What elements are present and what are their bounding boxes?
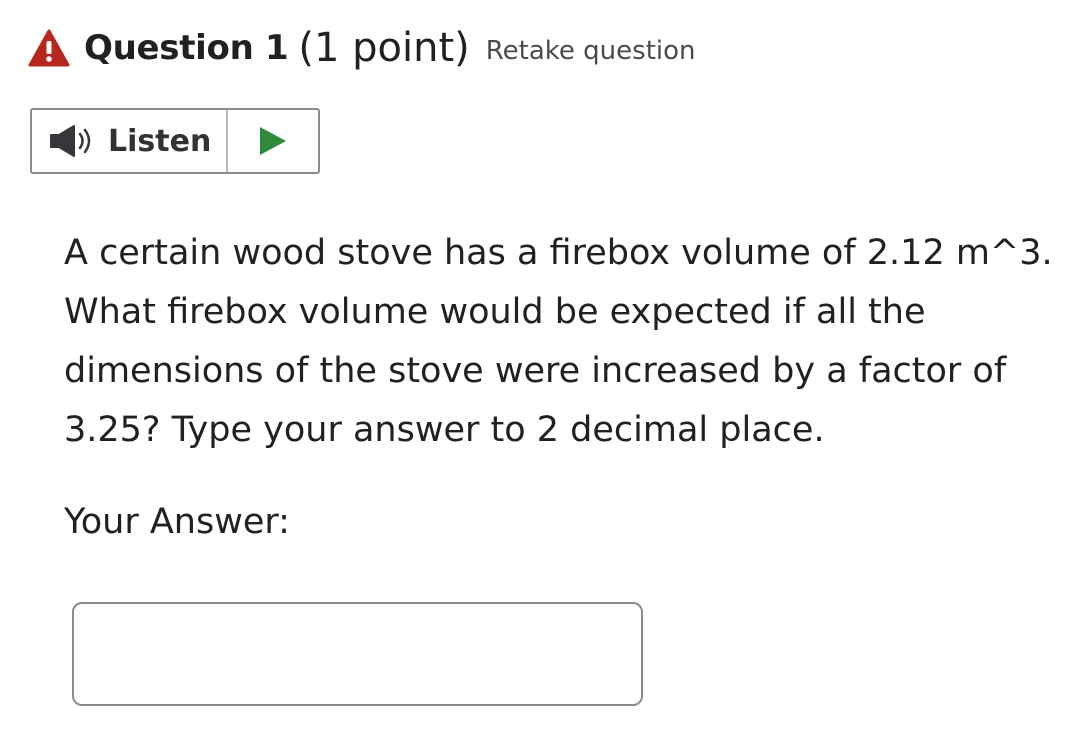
- play-button[interactable]: [228, 110, 318, 172]
- speaker-icon: [48, 124, 98, 158]
- warning-icon: [28, 29, 70, 67]
- answer-label: Your Answer:: [64, 502, 290, 542]
- question-header: Question 1 (1 point) Retake question: [28, 20, 696, 76]
- question-points: (1 point): [298, 25, 470, 71]
- answer-input[interactable]: [72, 602, 643, 706]
- listen-button[interactable]: Listen: [32, 110, 228, 172]
- question-text: A certain wood stove has a firebox volum…: [64, 233, 1053, 450]
- play-icon: [258, 125, 288, 157]
- listen-toolbar: Listen: [30, 108, 320, 174]
- question-title: Question 1: [84, 28, 289, 68]
- retake-question-link[interactable]: Retake question: [486, 36, 696, 66]
- listen-label: Listen: [108, 123, 212, 159]
